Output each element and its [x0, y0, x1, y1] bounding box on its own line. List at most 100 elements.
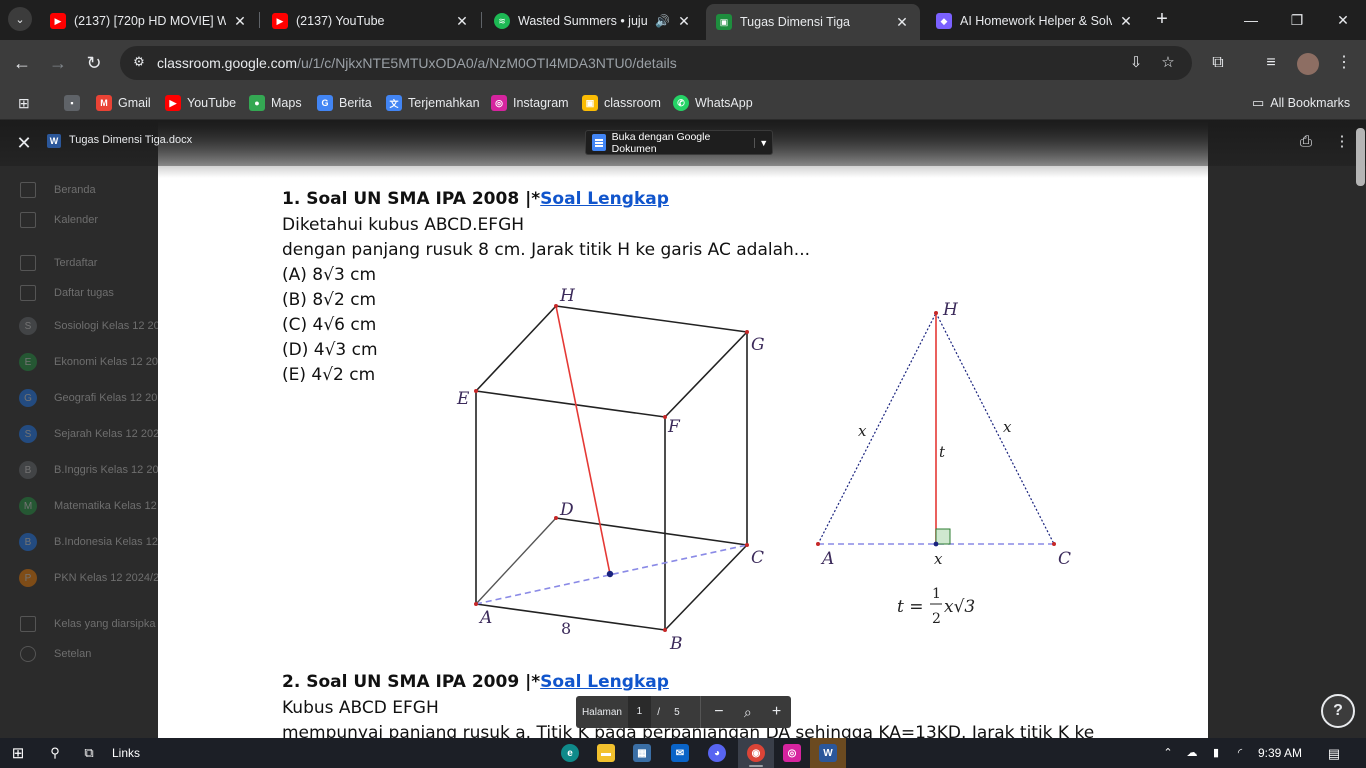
profile-avatar[interactable] [1297, 53, 1319, 75]
onedrive-icon[interactable]: ☁ [1184, 746, 1200, 760]
print-icon[interactable]: ⎙ [1296, 132, 1316, 152]
restore-icon[interactable]: ❐ [1282, 8, 1312, 32]
mail-icon[interactable]: ✉ [671, 744, 689, 762]
media-control-icon[interactable]: ≡ [1259, 51, 1283, 75]
class-item[interactable]: E Ekonomi Kelas 12 20 [0, 347, 158, 377]
install-app-icon[interactable]: ⇩ [1126, 53, 1146, 73]
menu-dots-icon[interactable]: ⋮ [1332, 51, 1356, 75]
folder-icon: ▭ [1252, 95, 1265, 110]
close-tab-icon[interactable]: ✕ [1118, 13, 1134, 30]
class-item[interactable]: S Sejarah Kelas 12 202 [0, 419, 158, 449]
foot-point [606, 570, 614, 578]
class-item[interactable]: B B.Inggris Kelas 12 20 [0, 455, 158, 485]
notifications-icon[interactable]: ▤ [1326, 746, 1342, 761]
wifi-icon[interactable]: ◜ [1232, 746, 1248, 760]
class-item[interactable]: B B.Indonesia Kelas 12 [0, 527, 158, 557]
zoom-out-icon[interactable]: − [704, 703, 733, 721]
address-bar[interactable]: ⚙ classroom.google.com/u/1/c/NjkxNTE5MTU… [120, 46, 1192, 80]
bookmark-terjemahkan[interactable]: 文 Terjemahkan [386, 93, 480, 113]
close-viewer-icon[interactable]: ✕ [14, 133, 34, 153]
label-f: F [667, 417, 681, 437]
page-navigator: Halaman 1 / 5 − ⌕ + [576, 696, 791, 728]
extensions-icon[interactable]: ⧉ [1206, 51, 1230, 75]
gmail-icon: M [96, 95, 112, 111]
store-icon[interactable]: ▦ [633, 744, 651, 762]
open-with-dropdown-icon[interactable]: ▼ [754, 137, 772, 148]
close-tab-icon[interactable]: ✕ [232, 13, 248, 30]
bookmark-maps[interactable]: ● Maps [249, 93, 302, 113]
todo-icon [20, 285, 36, 301]
file-name: Tugas Dimensi Tiga.docx [69, 134, 193, 146]
bookmark-classroom[interactable]: ▣ classroom [582, 93, 661, 113]
bookmark-youtube[interactable]: ▶ YouTube [165, 93, 236, 113]
help-icon[interactable]: ? [1321, 694, 1355, 728]
links-toolbar[interactable]: Links [112, 746, 140, 760]
url-text[interactable]: classroom.google.com/u/1/c/NjkxNTE5MTUxO… [157, 55, 677, 71]
tab-youtube[interactable]: ▶ (2137) YouTube ✕ [262, 6, 480, 36]
search-icon[interactable]: ⚲ [45, 743, 65, 763]
open-with-google-docs-button[interactable]: Buka dengan Google Dokumen ▼ [585, 130, 773, 155]
forward-icon[interactable]: → [45, 50, 71, 76]
bookmark-folder-icon[interactable]: ▪ [64, 93, 86, 113]
class-item[interactable]: G Geografi Kelas 12 20 [0, 383, 158, 413]
class-name: Sejarah Kelas 12 202 [54, 428, 158, 440]
current-page-input[interactable]: 1 [627, 696, 651, 728]
apps-grid-icon[interactable]: ⊞ [18, 93, 30, 113]
vertex-f [663, 415, 667, 419]
nav-daftar-tugas[interactable]: Daftar tugas [0, 278, 158, 308]
bookmark-instagram[interactable]: ◎ Instagram [491, 93, 569, 113]
bookmark-gmail[interactable]: M Gmail [96, 93, 151, 113]
close-tab-icon[interactable]: ✕ [894, 14, 910, 31]
back-icon[interactable]: ← [9, 50, 35, 76]
instagram-icon: ◎ [491, 95, 507, 111]
bookmark-berita[interactable]: G Berita [317, 93, 372, 113]
zoom-in-icon[interactable]: + [762, 703, 791, 721]
window-close-icon[interactable]: ✕ [1328, 8, 1358, 32]
chrome-icon[interactable]: ◉ [747, 744, 765, 762]
cube-figure: H G E F D C A B 8 H A C x x t x t = 1 2 … [456, 286, 1071, 654]
start-icon[interactable]: ⊞ [8, 743, 28, 763]
microphone-icon[interactable]: ▮ [1208, 746, 1224, 760]
clock[interactable]: 9:39 AM [1258, 746, 1302, 760]
close-tab-icon[interactable]: ✕ [454, 13, 470, 30]
instagram-taskbar-icon[interactable]: ◎ [783, 744, 801, 762]
task-view-icon[interactable]: ⧉ [79, 743, 99, 763]
nav-kalender[interactable]: Kalender [0, 205, 158, 235]
discord-icon[interactable]: ◕ [708, 744, 726, 762]
close-tab-icon[interactable]: ✕ [676, 13, 692, 30]
site-info-icon[interactable]: ⚙ [130, 54, 148, 72]
file-explorer-icon[interactable]: ▬ [597, 744, 615, 762]
nav-settings[interactable]: Setelan [0, 639, 158, 669]
vertex-b [663, 628, 667, 632]
class-item[interactable]: P PKN Kelas 12 2024/2 [0, 563, 158, 593]
nav-archived[interactable]: Kelas yang diarsipka [0, 609, 158, 639]
nav-terdaftar[interactable]: Terdaftar [0, 248, 158, 278]
bookmark-star-icon[interactable]: ☆ [1158, 53, 1178, 73]
class-item[interactable]: S Sosiologi Kelas 12 20 [0, 311, 158, 341]
word-taskbar-icon[interactable]: W [819, 744, 837, 762]
tab-search-button[interactable]: ⌄ [8, 7, 32, 31]
speaker-icon[interactable]: 🔊 [655, 14, 670, 28]
classroom-sidebar: Beranda Kalender Terdaftar Daftar tugas … [0, 120, 158, 738]
more-options-icon[interactable]: ⋮ [1332, 132, 1352, 152]
tab-tugas-dimensi-tiga[interactable]: ▣ Tugas Dimensi Tiga ✕ [706, 4, 920, 40]
tab-ai-homework[interactable]: ◆ AI Homework Helper & Solv ✕ [926, 6, 1144, 36]
scrollbar-thumb[interactable] [1356, 128, 1365, 186]
vertex-c [745, 543, 749, 547]
zoom-icon[interactable]: ⌕ [733, 704, 762, 721]
new-tab-icon[interactable]: + [1150, 8, 1174, 32]
svg-text:2: 2 [932, 611, 941, 627]
bookmark-whatsapp[interactable]: ✆ WhatsApp [673, 93, 753, 113]
tab-spotify[interactable]: ≋ Wasted Summers • juju 🔊 ✕ [484, 6, 702, 36]
word-file-icon: W [47, 134, 61, 148]
tray-chevron-icon[interactable]: ⌃ [1160, 746, 1176, 760]
all-bookmarks[interactable]: ▭ All Bookmarks [1252, 93, 1350, 113]
soal-lengkap-link-2[interactable]: Soal Lengkap [540, 672, 669, 692]
edge-icon[interactable]: e [561, 744, 579, 762]
class-item[interactable]: M Matematika Kelas 12 [0, 491, 158, 521]
tab-youtube-movie[interactable]: ▶ (2137) [720p HD MOVIE] Wa ✕ [40, 6, 258, 36]
tab-divider [481, 12, 482, 28]
minimize-icon[interactable]: — [1236, 8, 1266, 32]
nav-beranda[interactable]: Beranda [0, 175, 158, 205]
reload-icon[interactable]: ↻ [81, 50, 107, 76]
